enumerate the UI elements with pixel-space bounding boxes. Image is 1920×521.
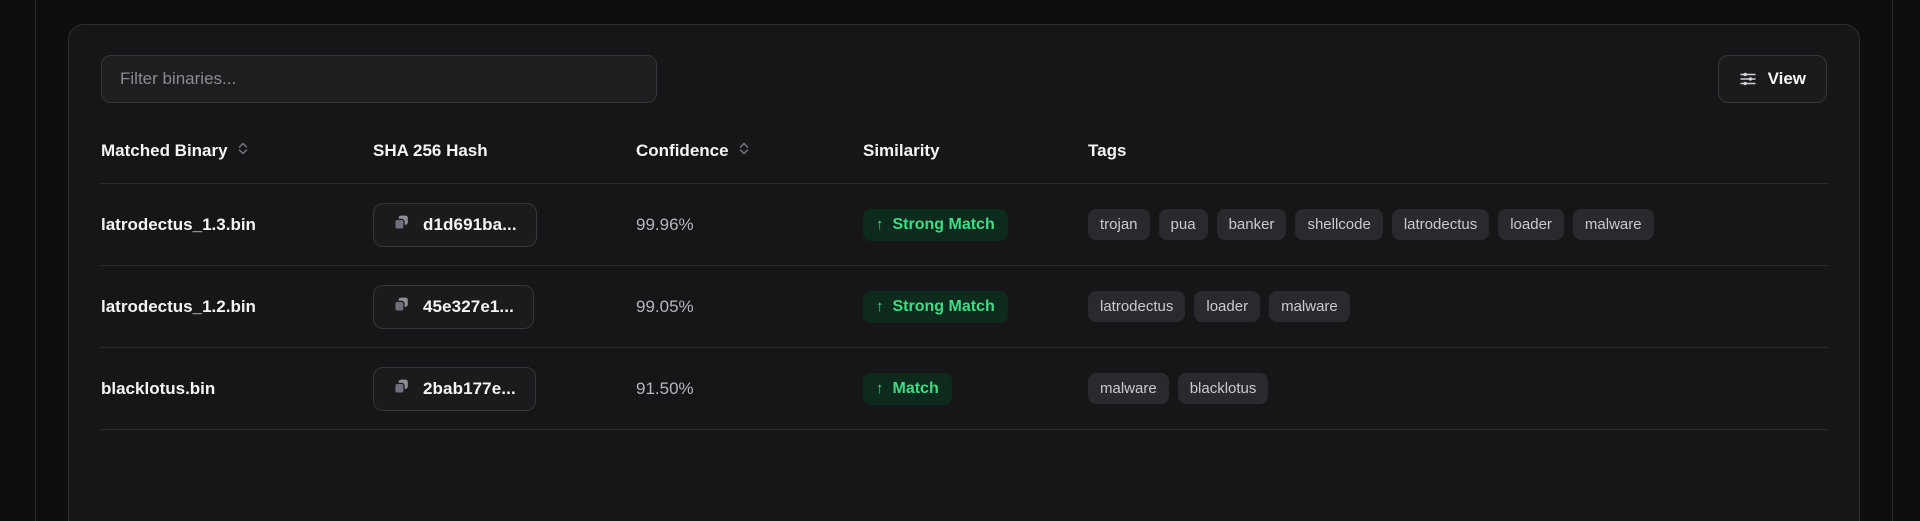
matched-binaries-table: Matched Binary SHA 256 Hash Confidence S… (101, 141, 1827, 430)
column-header-tags-label: Tags (1088, 141, 1127, 160)
cell-confidence: 99.05% (636, 265, 863, 348)
cell-similarity: ↑ Strong Match (863, 183, 1088, 266)
sliders-icon (1739, 70, 1757, 88)
column-header-confidence-label: Confidence (636, 141, 729, 160)
column-header-sha256-hash: SHA 256 Hash (373, 141, 636, 184)
similarity-label: Strong Match (892, 215, 995, 233)
cell-sha256-hash: 2bab177e... (373, 347, 636, 430)
cell-tags: malware blacklotus (1088, 347, 1827, 430)
tag-chip[interactable]: malware (1572, 209, 1654, 240)
tag-chip[interactable]: blacklotus (1177, 373, 1269, 404)
binary-name: blacklotus.bin (101, 378, 216, 398)
matches-card: View Matched Binary (68, 24, 1860, 521)
column-header-tags: Tags (1088, 141, 1827, 184)
cell-similarity: ↑ Strong Match (863, 265, 1088, 348)
table-row[interactable]: blacklotus.bin 2bab177e... 91.50% ↑ Match mal… (101, 347, 1827, 430)
table-row[interactable]: latrodectus_1.2.bin 45e327e1... 99.05% ↑ Str… (101, 265, 1827, 348)
column-header-sha256-hash-label: SHA 256 Hash (373, 141, 488, 160)
column-header-confidence[interactable]: Confidence (636, 141, 863, 184)
hash-value: d1d691ba... (423, 214, 517, 234)
hash-value: 45e327e1... (423, 296, 514, 316)
table-body: latrodectus_1.3.bin d1d691ba... 99.96% ↑ Str… (101, 183, 1827, 430)
similarity-label: Match (892, 379, 939, 397)
tag-chip[interactable]: latrodectus (1391, 209, 1490, 240)
cell-confidence: 99.96% (636, 183, 863, 266)
screen: View Matched Binary (0, 0, 1920, 521)
app-shell-left-rail (35, 0, 36, 521)
confidence-value: 91.50% (636, 378, 694, 398)
confidence-value: 99.05% (636, 296, 694, 316)
tag-list: malware blacklotus (1088, 373, 1827, 404)
binary-name: latrodectus_1.2.bin (101, 296, 256, 316)
copy-icon (393, 296, 410, 318)
column-header-matched-binary[interactable]: Matched Binary (101, 141, 373, 184)
cell-matched-binary: blacklotus.bin (101, 347, 373, 430)
view-button[interactable]: View (1717, 55, 1827, 103)
app-shell-right-rail (1892, 0, 1893, 521)
tag-chip[interactable]: malware (1269, 291, 1350, 322)
hash-value: 2bab177e... (423, 378, 516, 398)
copy-hash-button[interactable]: 2bab177e... (373, 366, 536, 411)
table-toolbar: View (101, 55, 1827, 103)
sort-chevron-icon[interactable] (738, 141, 750, 161)
table-header-row: Matched Binary SHA 256 Hash Confidence S… (101, 141, 1827, 184)
filter-binaries-input[interactable] (101, 55, 657, 103)
copy-icon (393, 378, 410, 400)
cell-sha256-hash: 45e327e1... (373, 265, 636, 348)
cell-matched-binary: latrodectus_1.2.bin (101, 265, 373, 348)
tag-chip[interactable]: banker (1216, 209, 1287, 240)
table-row[interactable]: latrodectus_1.3.bin d1d691ba... 99.96% ↑ Str… (101, 183, 1827, 266)
column-header-similarity: Similarity (863, 141, 1088, 184)
tag-chip[interactable]: pua (1158, 209, 1208, 240)
arrow-up-icon: ↑ (876, 380, 884, 397)
arrow-up-icon: ↑ (876, 216, 884, 233)
copy-hash-button[interactable]: d1d691ba... (373, 202, 537, 247)
sort-chevron-icon[interactable] (237, 141, 249, 161)
tag-list: latrodectus loader malware (1088, 291, 1827, 322)
binary-name: latrodectus_1.3.bin (101, 214, 256, 234)
tag-chip[interactable]: shellcode (1295, 209, 1383, 240)
copy-hash-button[interactable]: 45e327e1... (373, 284, 534, 329)
similarity-badge: ↑ Strong Match (863, 208, 1008, 241)
cell-sha256-hash: d1d691ba... (373, 183, 636, 266)
cell-confidence: 91.50% (636, 347, 863, 430)
similarity-label: Strong Match (892, 297, 995, 315)
tag-list: trojan pua banker shellcode latrodectus loade… (1088, 209, 1827, 240)
similarity-badge: ↑ Strong Match (863, 290, 1008, 323)
copy-icon (393, 214, 410, 236)
cell-similarity: ↑ Match (863, 347, 1088, 430)
cell-tags: latrodectus loader malware (1088, 265, 1827, 348)
tag-chip[interactable]: trojan (1088, 209, 1150, 240)
view-button-label: View (1767, 69, 1806, 88)
tag-chip[interactable]: loader (1498, 209, 1564, 240)
similarity-badge: ↑ Match (863, 372, 952, 405)
cell-tags: trojan pua banker shellcode latrodectus loade… (1088, 183, 1827, 266)
column-header-matched-binary-label: Matched Binary (101, 141, 228, 160)
tag-chip[interactable]: latrodectus (1088, 291, 1186, 322)
table-header: Matched Binary SHA 256 Hash Confidence S… (101, 141, 1827, 184)
cell-matched-binary: latrodectus_1.3.bin (101, 183, 373, 266)
arrow-up-icon: ↑ (876, 298, 884, 315)
card-content: View Matched Binary (101, 55, 1827, 430)
confidence-value: 99.96% (636, 214, 694, 234)
tag-chip[interactable]: malware (1088, 373, 1169, 404)
tag-chip[interactable]: loader (1194, 291, 1261, 322)
column-header-similarity-label: Similarity (863, 141, 940, 160)
